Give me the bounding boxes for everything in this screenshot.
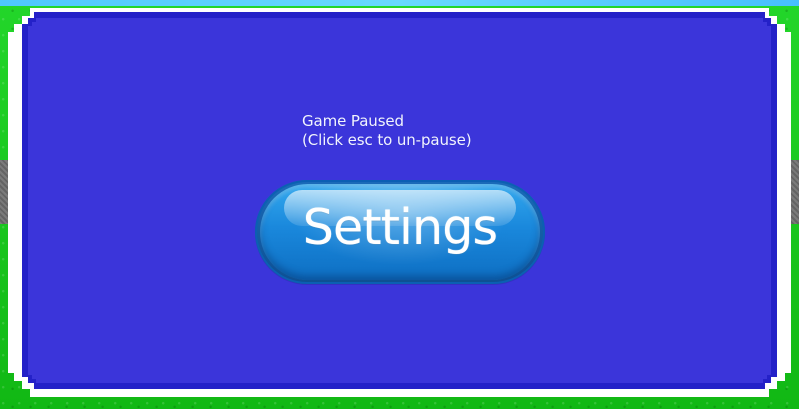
settings-button-label: Settings [302,199,498,256]
settings-button[interactable]: Settings [255,180,545,284]
sky-strip [0,0,799,6]
pause-title: Game Paused [302,112,404,130]
pause-message: Game Paused (Click esc to un-pause) [302,112,472,150]
settings-button-face[interactable]: Settings [260,184,540,280]
game-screen: Game Paused (Click esc to un-pause) Sett… [0,0,799,409]
pause-hint: (Click esc to un-pause) [302,131,472,149]
